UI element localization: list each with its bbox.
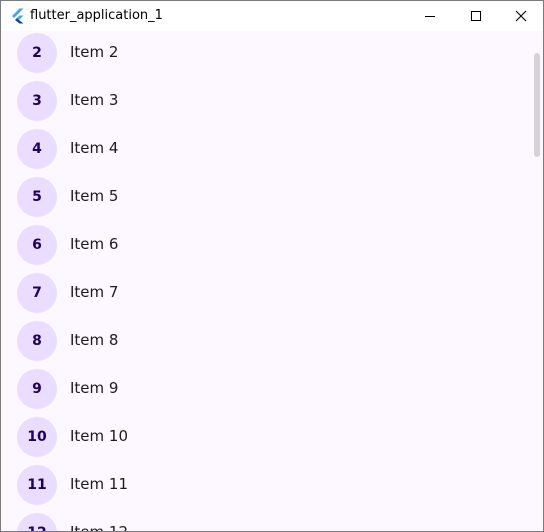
item-avatar: 4 xyxy=(17,129,57,169)
maximize-button[interactable] xyxy=(453,1,499,31)
list-item[interactable]: 3 Item 3 xyxy=(1,77,531,125)
list-item[interactable]: 7 Item 7 xyxy=(1,269,531,317)
item-label: Item 7 xyxy=(70,283,119,301)
list-item[interactable]: 4 Item 4 xyxy=(1,125,531,173)
list-item[interactable]: 8 Item 8 xyxy=(1,317,531,365)
avatar-number: 12 xyxy=(27,525,46,531)
avatar-number: 7 xyxy=(32,285,42,301)
item-label: Item 4 xyxy=(70,139,119,157)
avatar-number: 8 xyxy=(32,333,42,349)
list-item[interactable]: 6 Item 6 xyxy=(1,221,531,269)
avatar-number: 10 xyxy=(27,429,47,445)
item-avatar: 11 xyxy=(17,465,57,505)
title-bar[interactable]: flutter_application_1 xyxy=(1,1,543,31)
avatar-number: 9 xyxy=(32,381,42,397)
list-item[interactable]: 5 Item 5 xyxy=(1,173,531,221)
avatar-number: 3 xyxy=(32,93,42,109)
avatar-number: 11 xyxy=(27,477,47,493)
item-label: Item 9 xyxy=(70,379,119,397)
close-button[interactable] xyxy=(498,1,543,31)
scrollbar-thumb[interactable] xyxy=(534,53,540,157)
item-avatar: 9 xyxy=(17,369,57,409)
window-title: flutter_application_1 xyxy=(30,8,163,23)
flutter-logo-icon xyxy=(12,8,24,24)
vertical-scrollbar[interactable] xyxy=(531,31,543,531)
item-label: Item 6 xyxy=(70,235,119,253)
item-avatar: 7 xyxy=(17,273,57,313)
app-window: flutter_application_1 2 Item 2 3 Item 3 … xyxy=(0,0,544,532)
item-label: Item 10 xyxy=(70,427,129,445)
list-item[interactable]: 2 Item 2 xyxy=(1,31,531,77)
item-avatar: 6 xyxy=(17,225,57,265)
item-avatar: 8 xyxy=(17,321,57,361)
item-label: Item 5 xyxy=(70,187,119,205)
item-avatar: 3 xyxy=(17,81,57,121)
item-label: Item 3 xyxy=(70,91,119,109)
item-list: 2 Item 2 3 Item 3 4 Item 4 5 Item 5 6 It… xyxy=(1,31,543,532)
list-item[interactable]: 9 Item 9 xyxy=(1,365,531,413)
list-view[interactable]: 2 Item 2 3 Item 3 4 Item 4 5 Item 5 6 It… xyxy=(1,31,543,532)
avatar-number: 2 xyxy=(32,45,42,61)
item-avatar: 5 xyxy=(17,177,57,217)
maximize-icon xyxy=(471,11,481,21)
list-item[interactable]: 12 Item 12 xyxy=(1,509,531,532)
close-icon xyxy=(515,10,527,22)
item-avatar: 2 xyxy=(17,33,57,73)
item-label: Item 8 xyxy=(70,331,119,349)
item-avatar: 12 xyxy=(17,513,57,531)
item-label: Item 12 xyxy=(70,523,129,532)
minimize-button[interactable] xyxy=(407,1,453,31)
item-label: Item 2 xyxy=(70,43,119,61)
list-item[interactable]: 10 Item 10 xyxy=(1,413,531,461)
avatar-number: 4 xyxy=(32,141,42,157)
item-avatar: 10 xyxy=(17,417,57,457)
list-item[interactable]: 11 Item 11 xyxy=(1,461,531,509)
item-label: Item 11 xyxy=(70,475,129,493)
avatar-number: 6 xyxy=(32,237,42,253)
minimize-icon xyxy=(425,16,435,17)
avatar-number: 5 xyxy=(32,189,42,205)
